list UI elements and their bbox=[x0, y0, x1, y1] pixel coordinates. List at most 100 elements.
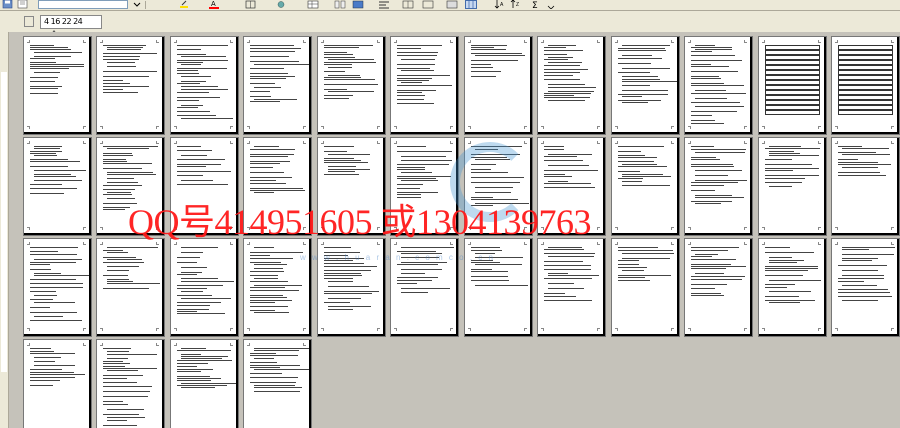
vertical-ruler[interactable] bbox=[0, 32, 9, 428]
crop-mark bbox=[27, 242, 30, 245]
show-gridlines-icon[interactable] bbox=[465, 0, 477, 9]
border-icon[interactable] bbox=[245, 0, 257, 9]
crop-mark bbox=[468, 328, 471, 331]
crop-mark bbox=[671, 328, 674, 331]
text-line bbox=[622, 45, 670, 46]
text-line bbox=[177, 378, 221, 379]
page-thumbnail[interactable] bbox=[537, 238, 606, 337]
text-line bbox=[691, 64, 711, 65]
text-line bbox=[254, 385, 295, 386]
page-thumbnail[interactable] bbox=[831, 36, 900, 135]
page-thumbnail[interactable] bbox=[170, 238, 239, 337]
text-line bbox=[250, 262, 281, 263]
crop-mark bbox=[100, 328, 103, 331]
page-thumbnail[interactable] bbox=[96, 339, 165, 428]
text-line bbox=[177, 274, 197, 275]
align-icon[interactable] bbox=[378, 0, 390, 9]
page-thumbnail[interactable] bbox=[23, 339, 92, 428]
font-color-icon[interactable]: A bbox=[208, 0, 220, 9]
sort-descending-icon[interactable]: Z bbox=[510, 0, 522, 9]
text-line bbox=[691, 71, 738, 72]
autosum-icon[interactable]: Σ bbox=[530, 0, 542, 9]
page-thumbnail[interactable] bbox=[684, 36, 753, 135]
page-thumbnail[interactable] bbox=[684, 238, 753, 337]
page-thumbnail[interactable] bbox=[611, 238, 680, 337]
horizontal-ruler[interactable]: 4 16 22 24 bbox=[40, 15, 102, 29]
text-line bbox=[254, 146, 279, 147]
gridlines-icon[interactable] bbox=[422, 0, 434, 9]
text-line bbox=[842, 270, 878, 271]
text-line bbox=[254, 358, 274, 359]
page-thumbnail[interactable] bbox=[758, 137, 827, 236]
text-line bbox=[30, 372, 74, 373]
text-line bbox=[181, 89, 228, 90]
page-thumbnail[interactable] bbox=[170, 36, 239, 135]
page-thumbnail[interactable] bbox=[464, 36, 533, 135]
page-thumbnail[interactable] bbox=[23, 137, 92, 236]
tab-selector-icon[interactable] bbox=[24, 16, 34, 27]
sort-ascending-icon[interactable]: A bbox=[494, 0, 506, 9]
text-line bbox=[769, 260, 804, 261]
text-line bbox=[695, 195, 732, 196]
page-thumbnail[interactable] bbox=[390, 36, 459, 135]
text-line bbox=[324, 162, 368, 163]
text-line bbox=[401, 70, 434, 71]
draw-table-icon[interactable] bbox=[446, 0, 458, 9]
page-thumbnail[interactable] bbox=[317, 36, 386, 135]
text-line bbox=[107, 172, 153, 173]
text-line bbox=[842, 275, 884, 276]
text-line bbox=[103, 404, 128, 405]
page-thumbnail[interactable] bbox=[243, 339, 312, 428]
text-line bbox=[30, 283, 83, 284]
text-line bbox=[544, 47, 566, 48]
text-line bbox=[250, 96, 271, 97]
text-line bbox=[103, 56, 140, 57]
text-line bbox=[765, 175, 819, 176]
page-thumbnail[interactable] bbox=[831, 137, 900, 236]
text-line bbox=[324, 270, 371, 271]
page-thumbnail[interactable] bbox=[537, 36, 606, 135]
page-thumbnail[interactable] bbox=[96, 238, 165, 337]
table-icon[interactable] bbox=[307, 0, 319, 9]
page-thumbnail[interactable] bbox=[758, 36, 827, 135]
page-thumbnail[interactable] bbox=[684, 137, 753, 236]
page-thumbnail[interactable] bbox=[611, 36, 680, 135]
text-line bbox=[544, 75, 573, 76]
highlight-icon[interactable] bbox=[178, 0, 190, 9]
crop-mark bbox=[891, 227, 894, 230]
grid-icon[interactable] bbox=[402, 0, 414, 9]
print-preview-icon[interactable] bbox=[17, 0, 29, 9]
page-thumbnail[interactable] bbox=[23, 238, 92, 337]
page-thumbnail[interactable] bbox=[611, 137, 680, 236]
text-line bbox=[107, 47, 143, 48]
text-line bbox=[397, 45, 442, 46]
text-line bbox=[250, 373, 282, 374]
text-line bbox=[838, 278, 884, 279]
page-thumbnail[interactable] bbox=[170, 339, 239, 428]
insert-shape-icon[interactable] bbox=[275, 0, 287, 9]
crop-mark bbox=[891, 126, 894, 129]
text-line bbox=[397, 90, 436, 91]
page-thumbnail[interactable] bbox=[243, 36, 312, 135]
toolbar-options-icon[interactable] bbox=[545, 0, 557, 9]
crop-mark bbox=[83, 40, 86, 43]
page-thumbnail[interactable] bbox=[23, 36, 92, 135]
text-line bbox=[181, 348, 206, 349]
text-line bbox=[177, 73, 199, 74]
text-line bbox=[107, 259, 142, 260]
columns-icon[interactable] bbox=[334, 0, 346, 9]
page-thumbnail[interactable] bbox=[831, 238, 900, 337]
page-thumbnail[interactable] bbox=[758, 238, 827, 337]
font-size-combo[interactable] bbox=[38, 0, 128, 9]
save-icon[interactable] bbox=[2, 0, 14, 9]
crop-mark bbox=[174, 141, 177, 144]
chevron-down-icon[interactable] bbox=[131, 0, 143, 9]
text-line bbox=[401, 247, 454, 248]
text-line bbox=[103, 45, 146, 46]
crop-mark bbox=[83, 126, 86, 129]
insert-table-icon[interactable] bbox=[352, 0, 364, 9]
text-line bbox=[254, 87, 281, 88]
crop-mark bbox=[597, 242, 600, 245]
page-thumbnail[interactable] bbox=[96, 36, 165, 135]
text-line bbox=[769, 291, 811, 292]
